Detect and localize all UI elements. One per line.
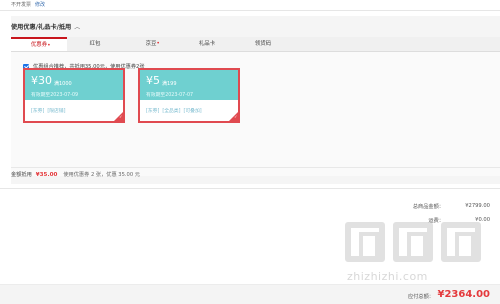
invoice-row: 不开发票 修改 [11, 0, 45, 8]
summary-label: 金额抵用 [11, 172, 32, 178]
coupon-condition: 满199 [162, 81, 177, 87]
coupon-expiry: 有效期至2023-07-07 [146, 93, 194, 98]
coupon-amount: ¥5 [146, 74, 160, 87]
coupon-card[interactable]: ¥30 满1000 有效期至2023-07-09 [东券] [限店铺] [23, 68, 125, 123]
coupon-tags: [东券] [限店铺] [31, 107, 65, 114]
summary-description: 使用优惠券 2 张，优惠 35.00 元 [63, 172, 140, 178]
new-dot-icon: • [47, 42, 51, 49]
checkout-page: 不开发票 修改 使用优惠/礼品卡/抵用 ︿ 优惠券 • 红包 京豆 • 礼品卡 领货… [0, 0, 500, 304]
tab-gift-card[interactable]: 礼品卡 [179, 37, 235, 51]
coupon-face: ¥30 满1000 有效期至2023-07-09 [25, 70, 123, 100]
coupon-tag: [东券] [146, 109, 160, 114]
tab-label: 优惠券 [30, 42, 48, 48]
coupon-panel: 使用优惠/礼品卡/抵用 ︿ 优惠券• 红包 京豆• 礼品卡 领货码 优惠组合 [11, 16, 500, 184]
payment-bar: 应付总额： ¥2364.00 [0, 284, 500, 304]
selected-check-icon [229, 112, 238, 121]
tab-red-packet[interactable]: 红包 [67, 37, 123, 51]
site-watermark: zhizhizhi.com [345, 222, 495, 292]
coupon-panel-title: 使用优惠/礼品卡/抵用 [11, 24, 72, 31]
coupon-panel-header[interactable]: 使用优惠/礼品卡/抵用 ︿ [11, 22, 80, 31]
payable-amount: ¥2364.00 [437, 289, 490, 300]
total-row: 总商品金额： ¥2799.00 [344, 203, 490, 210]
divider [0, 10, 500, 11]
coupon-expiry: 有效期至2023-07-09 [31, 93, 79, 98]
coupon-face: ¥5 满199 有效期至2023-07-07 [140, 70, 238, 100]
coupon-tags: [东券] [全品类] [可叠加] [146, 107, 202, 114]
discount-summary: 金额抵用 ¥35.00 使用优惠券 2 张，优惠 35.00 元 [11, 171, 140, 178]
coupon-tag: [全品类] [162, 109, 181, 114]
divider [0, 188, 500, 189]
summary-amount: ¥35.00 [35, 172, 58, 178]
coupon-condition: 满1000 [54, 81, 72, 87]
tab-jingdou[interactable]: 京豆 • [123, 37, 179, 51]
tab-coupons[interactable]: 优惠券 • [11, 37, 67, 51]
tab-label: 京豆 [145, 41, 157, 47]
payable-label: 应付总额： [408, 294, 434, 300]
coupon-tag: [限店铺] [47, 109, 66, 114]
coupon-tag: [东券] [31, 109, 45, 114]
total-value: ¥2799.00 [465, 203, 490, 209]
chevron-up-icon[interactable]: ︿ [74, 22, 80, 31]
tab-label: 领货码 [254, 41, 272, 47]
coupon-amount: ¥30 [31, 74, 52, 87]
total-label: 总商品金额： [412, 204, 444, 210]
invoice-edit-link[interactable]: 修改 [35, 1, 45, 8]
coupon-tabs: 优惠券 • 红包 京豆 • 礼品卡 领货码 [11, 37, 500, 52]
tab-label: 红包 [89, 41, 101, 47]
new-dot-icon: • [156, 40, 160, 47]
coupon-card[interactable]: ¥5 满199 有效期至2023-07-07 [东券] [全品类] [可叠加] [138, 68, 240, 123]
watermark-text: zhizhizhi.com [347, 270, 428, 283]
coupon-tag: [可叠加] [183, 109, 202, 114]
tab-redeem-code[interactable]: 领货码 [235, 37, 291, 51]
watermark-logo [345, 222, 495, 262]
selected-check-icon [114, 112, 123, 121]
tab-label: 礼品卡 [198, 41, 216, 47]
invoice-status: 不开发票 [11, 1, 32, 8]
divider [11, 167, 500, 168]
